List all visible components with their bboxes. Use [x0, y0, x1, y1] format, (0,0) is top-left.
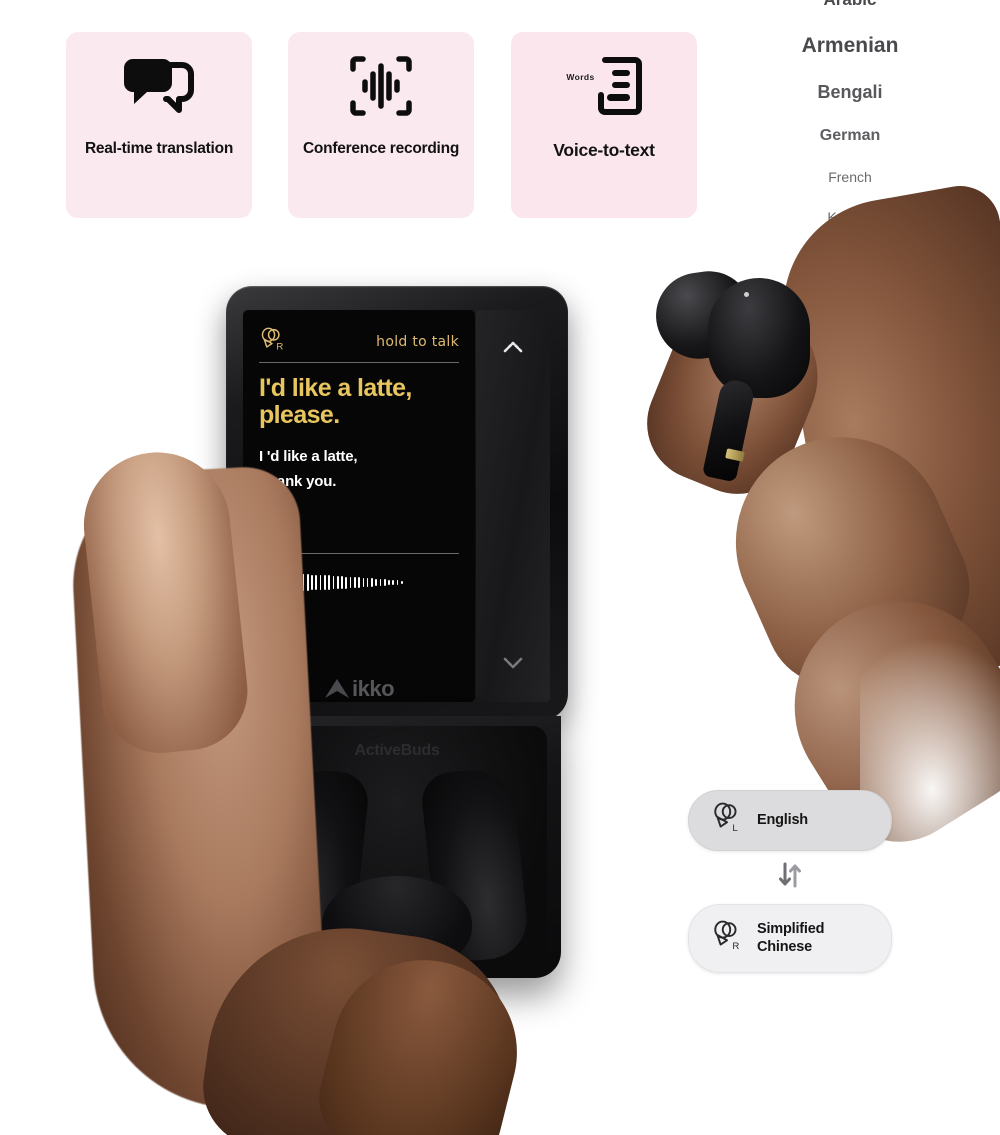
screen-header: R hold to talk	[259, 326, 459, 358]
level-meter-bar	[306, 574, 309, 591]
level-meter-bar	[353, 577, 356, 588]
level-meter-bars	[294, 573, 403, 593]
language-list-item[interactable]: Korean	[700, 209, 1000, 225]
translation-secondary-text: I 'd like a latte, Thank you.	[259, 444, 459, 494]
level-meter-bar	[298, 574, 300, 591]
feature-card-voice-to-text[interactable]: Words Voice-to-text	[511, 32, 697, 218]
target-language-label: Simplified Chinese	[757, 921, 824, 956]
earbud-side-letter: R	[732, 941, 739, 952]
device-brand-logo: ikko	[243, 676, 475, 702]
earbud-held-in-hand	[650, 265, 812, 483]
level-meter-bar	[323, 575, 326, 590]
feature-card-conference-recording[interactable]: Conference recording	[288, 32, 474, 218]
voice-waveform-scan-icon	[288, 32, 474, 140]
words-badge-label: Words	[566, 72, 595, 82]
language-list-item[interactable]: Bengali	[700, 82, 1000, 103]
level-meter-bar	[396, 580, 399, 585]
level-meter-bar	[366, 578, 369, 587]
source-language-pill[interactable]: L English	[688, 790, 892, 851]
feature-card-label: Voice-to-text	[553, 140, 655, 160]
feature-card-label: Real-time translation	[84, 140, 234, 157]
target-language-pill[interactable]: R Simplified Chinese	[688, 904, 892, 973]
feature-card-real-time-translation[interactable]: Real-time translation	[66, 32, 252, 218]
earbud-left-icon: L	[711, 802, 743, 839]
level-meter-bar	[302, 574, 305, 591]
feature-card-group: Real-time translation Conference recordi…	[0, 0, 720, 230]
translation-secondary-line-2: Thank you.	[259, 473, 337, 491]
level-meter-bar	[375, 578, 378, 587]
earbud-stem	[701, 377, 757, 483]
level-meter-bar	[383, 579, 386, 586]
earbuds-charging-case: ActiveBuds	[233, 716, 561, 978]
translation-output: I'd like a latte, please. I 'd like a la…	[259, 363, 459, 549]
level-meter-bar	[341, 576, 343, 589]
product-page: Real-time translation Conference recordi…	[0, 0, 1000, 1135]
level-meter-bar	[294, 574, 296, 591]
chevron-down-icon[interactable]	[503, 656, 523, 674]
level-meter-bar	[311, 574, 313, 591]
brand-name: ikko	[351, 676, 395, 701]
language-list-item[interactable]: French	[700, 169, 1000, 185]
language-list-item[interactable]: German	[700, 127, 1000, 145]
case-cradle	[322, 876, 472, 972]
device-touch-strip[interactable]	[476, 310, 550, 702]
translator-device: R hold to talk I'd like a latte, please.…	[226, 286, 568, 986]
target-language-line: Simplified	[757, 920, 825, 937]
earbud-side-letter: L	[732, 823, 738, 834]
case-cavity: ActiveBuds	[247, 726, 547, 978]
earbud-left-icon: L	[259, 567, 285, 598]
level-meter-bar	[328, 575, 330, 590]
document-lines-icon	[597, 57, 642, 115]
level-meter-bar	[319, 575, 322, 590]
level-meter-bar	[401, 580, 403, 585]
level-meter-bar	[388, 579, 390, 586]
case-model-label: ActiveBuds	[354, 742, 440, 759]
speech-bubbles-icon	[66, 32, 252, 140]
target-language-line: Chinese	[757, 938, 813, 955]
language-list-item[interactable]: Dutch	[700, 555, 1000, 577]
level-meter-bar	[315, 574, 318, 591]
swap-vertical-arrows-icon[interactable]	[775, 860, 805, 895]
device-upper-body: R hold to talk I'd like a latte, please.…	[226, 286, 568, 720]
earbud-microphone-hole	[744, 292, 749, 297]
earbud-side-letter: R	[276, 341, 283, 352]
language-pair-selector: L English R Simplified Chinese	[688, 790, 892, 973]
level-meter-bar	[379, 579, 382, 586]
language-list-item[interactable]: Hungarian	[700, 601, 1000, 623]
level-meter-bar	[371, 578, 373, 587]
source-language-label: English	[757, 811, 808, 828]
level-meter-bar	[349, 576, 352, 589]
hold-to-talk-hint: hold to talk	[376, 334, 459, 350]
language-list-item[interactable]: Japanese	[700, 249, 1000, 261]
level-meter-bar	[362, 577, 365, 588]
language-list-item[interactable]: Arabic	[700, 0, 1000, 10]
ikko-triangle-mark	[324, 679, 349, 698]
document-lines-icon-wrap: Words	[511, 32, 697, 140]
level-meter-bar	[358, 577, 360, 588]
translation-primary-text: I'd like a latte, please.	[259, 374, 412, 429]
earbud-housing	[708, 278, 810, 398]
earbud-right-icon: R	[711, 920, 743, 957]
chevron-up-icon[interactable]	[503, 340, 523, 358]
audio-level-meter: L	[259, 554, 459, 598]
level-meter-bar	[345, 576, 348, 589]
earbud-side-letter: L	[276, 582, 281, 593]
feature-card-label: Conference recording	[302, 140, 460, 157]
translation-secondary-line-1: I 'd like a latte,	[259, 448, 358, 465]
earbud-right-icon: R	[259, 327, 285, 358]
level-meter-bar	[332, 575, 335, 590]
device-screen[interactable]: R hold to talk I'd like a latte, please.…	[243, 310, 475, 702]
level-meter-bar	[392, 580, 395, 585]
language-list-item[interactable]: Danish	[700, 511, 1000, 531]
level-meter-bar	[336, 575, 339, 590]
language-list-item[interactable]: Armenian	[700, 34, 1000, 58]
